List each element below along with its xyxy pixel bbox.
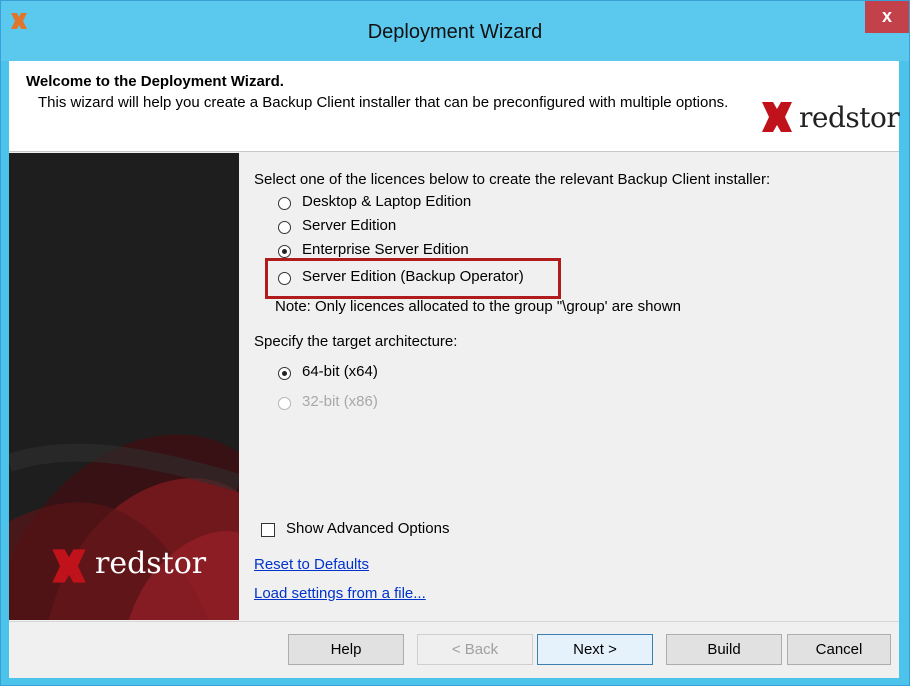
radio-server-edition[interactable] [278, 221, 291, 234]
redstor-logo-icon [762, 102, 792, 132]
load-settings-link[interactable]: Load settings from a file... [254, 585, 426, 602]
header-logo-text: redstor [799, 101, 900, 134]
radio-32-bit [278, 397, 291, 410]
reset-defaults-link[interactable]: Reset to Defaults [254, 556, 369, 573]
wizard-body: Welcome to the Deployment Wizard. This w… [9, 61, 900, 678]
advanced-options-label[interactable]: Show Advanced Options [286, 520, 449, 537]
licence-prompt: Select one of the licences below to crea… [254, 171, 771, 188]
label-64-bit[interactable]: 64-bit (x64) [302, 363, 378, 380]
label-32-bit: 32-bit (x86) [302, 393, 378, 410]
header-title: Welcome to the Deployment Wizard. [26, 73, 284, 90]
window-title: Deployment Wizard [367, 21, 543, 43]
back-button: < Back [417, 634, 533, 665]
radio-enterprise-server[interactable] [278, 245, 291, 258]
licence-note: Note: Only licences allocated to the gro… [275, 298, 681, 315]
banner-logo-icon [52, 549, 86, 583]
help-button[interactable]: Help [288, 634, 404, 665]
wizard-content: Select one of the licences below to crea… [254, 153, 894, 620]
architecture-prompt: Specify the target architecture: [254, 333, 458, 350]
banner-logo-text: redstor [95, 546, 207, 581]
close-button[interactable]: x [865, 1, 909, 33]
advanced-options-checkbox[interactable] [261, 523, 275, 537]
button-bar: Help < Back Next > Build Cancel [9, 621, 899, 678]
highlight-box [265, 258, 561, 299]
deployment-wizard-window: Deployment Wizard x Welcome to the Deplo… [0, 0, 910, 686]
wizard-header: Welcome to the Deployment Wizard. This w… [9, 61, 900, 152]
title-bar[interactable]: Deployment Wizard x [1, 1, 909, 61]
radio-64-bit[interactable] [278, 367, 291, 380]
label-server-edition[interactable]: Server Edition [302, 217, 396, 234]
next-button[interactable]: Next > [537, 634, 653, 665]
radio-desktop-laptop[interactable] [278, 197, 291, 210]
label-enterprise-server[interactable]: Enterprise Server Edition [302, 241, 469, 258]
cancel-button[interactable]: Cancel [787, 634, 891, 665]
header-description: This wizard will help you create a Backu… [38, 94, 729, 111]
build-button[interactable]: Build [666, 634, 782, 665]
header-logo: redstor [759, 99, 900, 135]
label-desktop-laptop[interactable]: Desktop & Laptop Edition [302, 193, 471, 210]
side-banner: redstor [9, 153, 239, 620]
